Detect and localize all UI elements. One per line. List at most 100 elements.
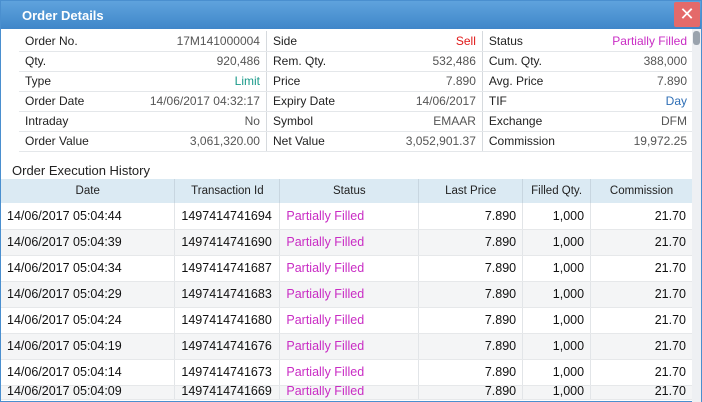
vertical-scrollbar[interactable] xyxy=(692,29,701,402)
transaction-id-cell: 1497414741676 xyxy=(174,333,281,360)
details-row: Order Date 14/06/2017 04:32:17 Expiry Date… xyxy=(19,91,693,112)
table-row[interactable]: 14/06/2017 05:04:09 1497414741669 Partiall… xyxy=(1,385,693,400)
filled-qty-cell: 1,000 xyxy=(522,229,592,256)
last-price-cell: 7.890 xyxy=(418,203,524,230)
table-row[interactable]: 14/06/2017 05:04:19 1497414741676 Partiall… xyxy=(1,333,693,360)
detail-value: Limit xyxy=(119,71,267,92)
table-row[interactable]: 14/06/2017 05:04:39 1497414741690 Partiall… xyxy=(1,229,693,256)
transaction-id-cell: 1497414741687 xyxy=(174,255,281,282)
details-row: Qty. 920,486 Rem. Qty. 532,486 Cum. Qty. 388,… xyxy=(19,51,693,72)
detail-value: 7.890 xyxy=(377,71,483,92)
detail-label: Symbol xyxy=(266,111,378,132)
commission-cell: 21.70 xyxy=(590,333,693,360)
detail-label: Price xyxy=(266,71,378,92)
date-cell: 14/06/2017 05:04:44 xyxy=(1,203,176,230)
details-row: Type Limit Price 7.890 Avg. Price 7.890 xyxy=(19,71,693,92)
status-cell: Partially Filled xyxy=(279,307,420,334)
detail-value: 388,000 xyxy=(587,51,693,72)
dialog-content: Order No. 17M141000004 Side Sell Status Parti… xyxy=(1,29,693,402)
history-title: Order Execution History xyxy=(12,163,150,178)
commission-cell: 21.70 xyxy=(590,385,693,400)
detail-value: Sell xyxy=(377,31,483,52)
filled-qty-cell: 1,000 xyxy=(522,385,592,400)
detail-label: Commission xyxy=(482,131,588,152)
transaction-id-cell: 1497414741673 xyxy=(174,359,281,386)
detail-value: 17M141000004 xyxy=(119,31,267,52)
table-row[interactable]: 14/06/2017 05:04:14 1497414741673 Partiall… xyxy=(1,359,693,386)
detail-label: Exchange xyxy=(482,111,588,132)
status-cell: Partially Filled xyxy=(279,333,420,360)
title-bar: Order Details ✕ xyxy=(1,1,701,29)
detail-label: Status xyxy=(482,31,588,52)
last-price-cell: 7.890 xyxy=(418,307,524,334)
last-price-cell: 7.890 xyxy=(418,229,524,256)
date-cell: 14/06/2017 05:04:34 xyxy=(1,255,176,282)
table-row[interactable]: 14/06/2017 05:04:44 1497414741694 Partiall… xyxy=(1,203,693,230)
date-cell: 14/06/2017 05:04:09 xyxy=(1,385,176,400)
status-cell: Partially Filled xyxy=(279,255,420,282)
last-price-cell: 7.890 xyxy=(418,255,524,282)
date-cell: 14/06/2017 05:04:19 xyxy=(1,333,176,360)
execution-history-table: Date Transaction Id Status Last Price Filled… xyxy=(1,179,693,400)
detail-value: 7.890 xyxy=(587,71,693,92)
detail-value: 3,061,320.00 xyxy=(119,131,267,152)
window-title: Order Details xyxy=(22,8,104,23)
detail-value: 3,052,901.37 xyxy=(377,131,483,152)
column-header[interactable]: Date xyxy=(1,179,176,203)
table-row[interactable]: 14/06/2017 05:04:34 1497414741687 Partiall… xyxy=(1,255,693,282)
detail-label: Order Value xyxy=(19,131,120,152)
detail-label: TIF xyxy=(482,91,588,112)
detail-label: Avg. Price xyxy=(482,71,588,92)
transaction-id-cell: 1497414741669 xyxy=(174,385,281,400)
detail-value: Partially Filled xyxy=(587,31,693,52)
order-details-grid: Order No. 17M141000004 Side Sell Status Parti… xyxy=(19,31,693,152)
detail-value: 14/06/2017 xyxy=(377,91,483,112)
column-header[interactable]: Transaction Id xyxy=(174,179,281,203)
date-cell: 14/06/2017 05:04:29 xyxy=(1,281,176,308)
detail-label: Order Date xyxy=(19,91,120,112)
last-price-cell: 7.890 xyxy=(418,281,524,308)
status-cell: Partially Filled xyxy=(279,203,420,230)
table-row[interactable]: 14/06/2017 05:04:29 1497414741683 Partiall… xyxy=(1,281,693,308)
details-row: Intraday No Symbol EMAAR Exchange DFM xyxy=(19,111,693,132)
transaction-id-cell: 1497414741690 xyxy=(174,229,281,256)
date-cell: 14/06/2017 05:04:24 xyxy=(1,307,176,334)
last-price-cell: 7.890 xyxy=(418,359,524,386)
transaction-id-cell: 1497414741683 xyxy=(174,281,281,308)
detail-label: Qty. xyxy=(19,51,120,72)
filled-qty-cell: 1,000 xyxy=(522,307,592,334)
last-price-cell: 7.890 xyxy=(418,333,524,360)
commission-cell: 21.70 xyxy=(590,255,693,282)
order-details-window: Order Details ✕ Order No. 17M141000004 Sid… xyxy=(0,0,702,402)
commission-cell: 21.70 xyxy=(590,359,693,386)
detail-value: 532,486 xyxy=(377,51,483,72)
status-cell: Partially Filled xyxy=(279,359,420,386)
column-header[interactable]: Status xyxy=(279,179,420,203)
detail-label: Net Value xyxy=(266,131,378,152)
column-header[interactable]: Commission xyxy=(590,179,693,203)
scrollbar-thumb[interactable] xyxy=(693,31,700,45)
detail-value: EMAAR xyxy=(377,111,483,132)
detail-value: 14/06/2017 04:32:17 xyxy=(119,91,267,112)
status-cell: Partially Filled xyxy=(279,385,420,400)
close-button[interactable]: ✕ xyxy=(674,2,700,27)
detail-value: No xyxy=(119,111,267,132)
detail-label: Order No. xyxy=(19,31,120,52)
table-row[interactable]: 14/06/2017 05:04:24 1497414741680 Partiall… xyxy=(1,307,693,334)
filled-qty-cell: 1,000 xyxy=(522,333,592,360)
commission-cell: 21.70 xyxy=(590,281,693,308)
details-row: Order No. 17M141000004 Side Sell Status Parti… xyxy=(19,31,693,52)
column-header[interactable]: Filled Qty. xyxy=(522,179,592,203)
filled-qty-cell: 1,000 xyxy=(522,255,592,282)
filled-qty-cell: 1,000 xyxy=(522,203,592,230)
detail-value: 19,972.25 xyxy=(587,131,693,152)
filled-qty-cell: 1,000 xyxy=(522,359,592,386)
detail-label: Side xyxy=(266,31,378,52)
detail-value: DFM xyxy=(587,111,693,132)
detail-label: Expiry Date xyxy=(266,91,378,112)
detail-value: 920,486 xyxy=(119,51,267,72)
detail-label: Rem. Qty. xyxy=(266,51,378,72)
status-cell: Partially Filled xyxy=(279,229,420,256)
column-header[interactable]: Last Price xyxy=(418,179,524,203)
transaction-id-cell: 1497414741694 xyxy=(174,203,281,230)
